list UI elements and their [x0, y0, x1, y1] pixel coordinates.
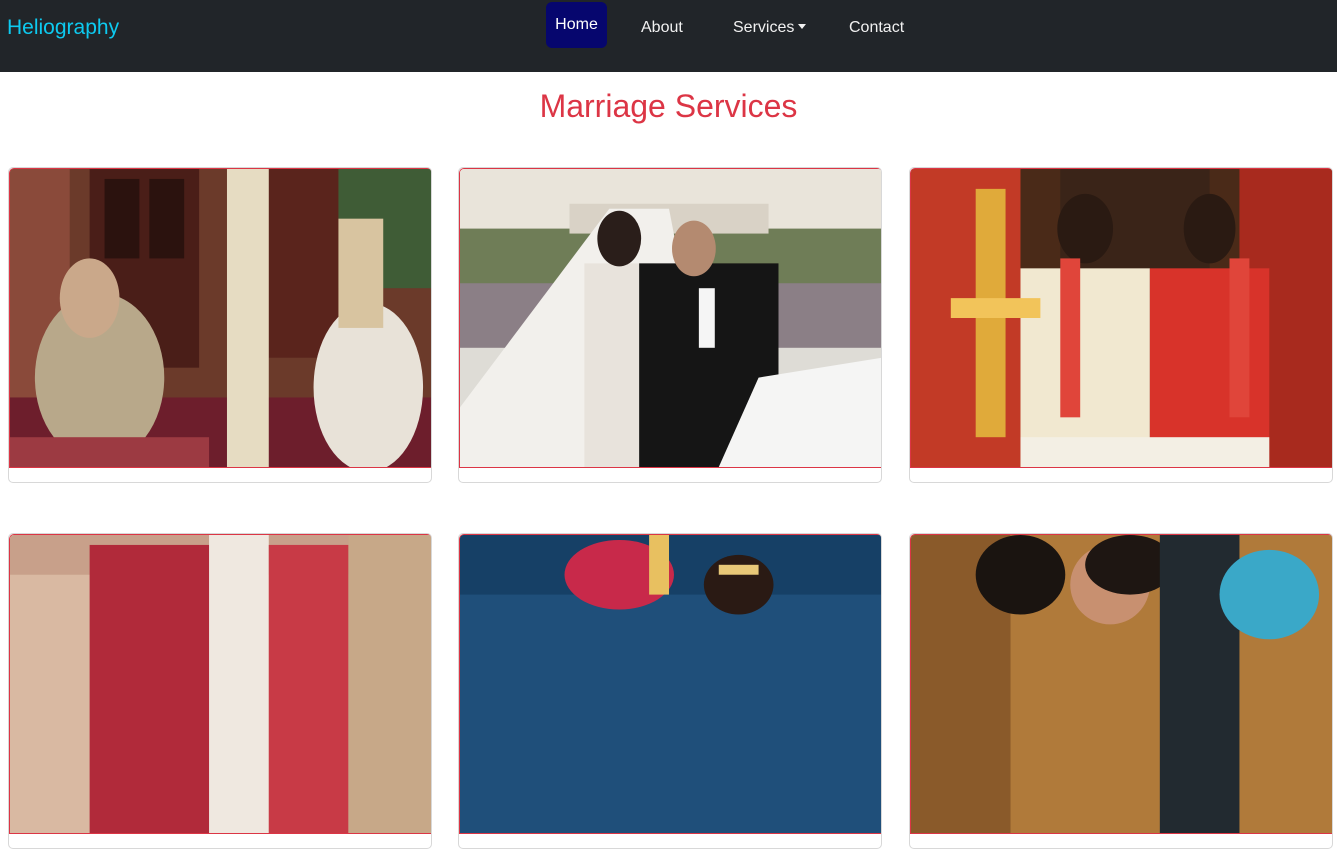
service-card: [909, 533, 1333, 849]
nav-home[interactable]: Home: [546, 2, 607, 48]
nav-about[interactable]: About: [641, 18, 683, 38]
caret-down-icon: [798, 24, 807, 29]
card-image: [910, 534, 1332, 834]
service-card: [909, 167, 1333, 483]
nav-contact[interactable]: Contact: [849, 18, 904, 38]
card-image: [910, 168, 1332, 468]
nav-services-label: Services: [733, 19, 795, 36]
card-image: [459, 534, 881, 834]
service-card: [458, 533, 882, 849]
card-image: [9, 168, 431, 468]
service-card: [458, 167, 882, 483]
service-card: [8, 167, 432, 483]
card-image: [459, 168, 881, 468]
card-image: [9, 534, 431, 834]
page-title: Marriage Services: [539, 88, 798, 124]
service-card: [8, 533, 432, 849]
navbar: Heliography Home About Services Contact: [0, 0, 1337, 72]
brand-link[interactable]: Heliography: [7, 16, 119, 40]
nav-services-dropdown[interactable]: Services: [733, 18, 807, 38]
